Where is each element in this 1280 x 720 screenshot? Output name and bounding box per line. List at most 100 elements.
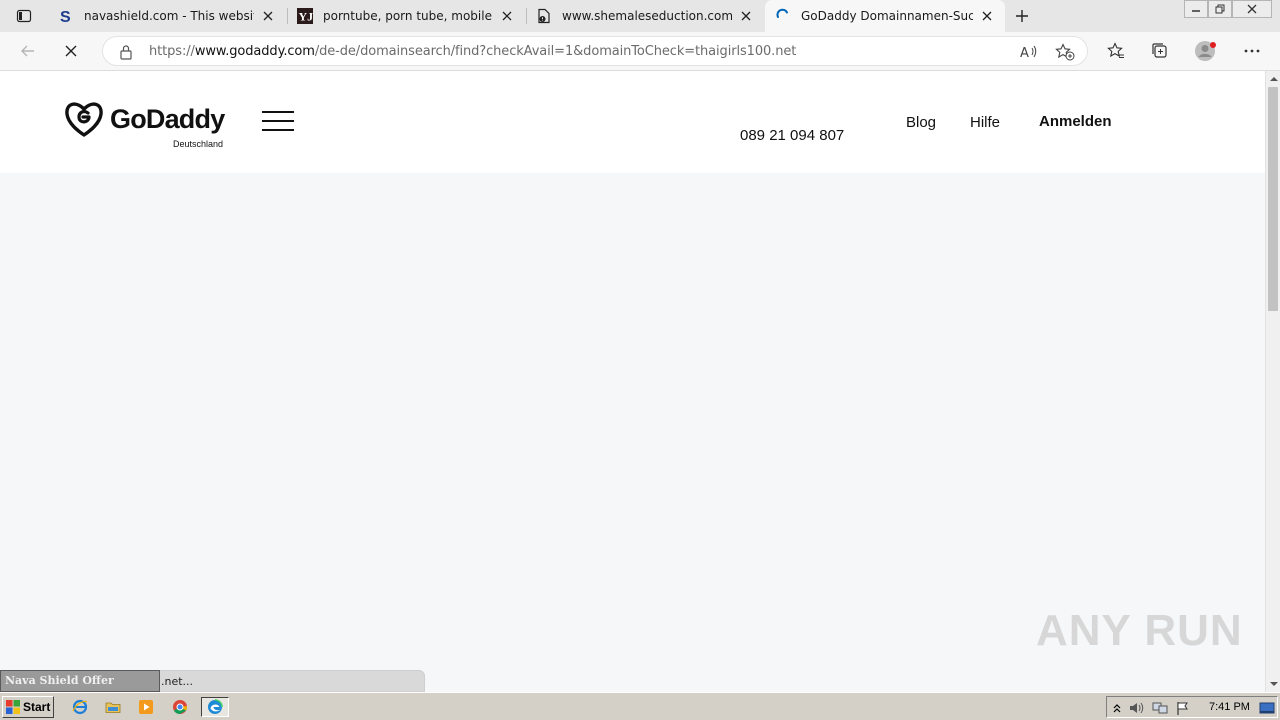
restore-icon	[1215, 4, 1225, 14]
stop-loading-button[interactable]	[57, 38, 85, 64]
scroll-down-button[interactable]	[1266, 676, 1280, 691]
desktop-icon	[1259, 702, 1275, 714]
back-button[interactable]	[14, 38, 42, 64]
tab-actions-icon	[16, 9, 32, 23]
tab-shemaleseduction[interactable]: www.shemaleseduction.com	[526, 0, 764, 32]
edge-icon	[208, 699, 223, 714]
clock[interactable]: 7:41 PM	[1209, 701, 1250, 713]
minimize-button[interactable]	[1184, 0, 1208, 18]
url-path: /de-de/domainsearch/find?checkAvail=1&do…	[314, 44, 797, 59]
url-host: www.godaddy.com	[194, 44, 315, 59]
tab-porntube[interactable]: YJ porntube, porn tube, mobile porn	[287, 0, 525, 32]
page-error-icon	[536, 8, 552, 24]
tab-navashield[interactable]: S navashield.com - This website is for s…	[48, 0, 286, 32]
web-page: GoDaddy Deutschland 089 21 094 807 Blog …	[0, 71, 1265, 692]
collections-icon	[1152, 43, 1167, 58]
collections-button[interactable]	[1146, 38, 1174, 64]
hamburger-line	[262, 129, 294, 131]
tab-title: navashield.com - This website is for sal…	[84, 9, 254, 23]
media-player-button[interactable]	[135, 697, 157, 717]
file-explorer-button[interactable]	[102, 697, 124, 717]
hamburger-line	[262, 120, 294, 122]
close-icon[interactable]	[499, 8, 515, 24]
show-hidden-icons-button[interactable]	[1109, 700, 1125, 716]
address-bar[interactable]: https://www.godaddy.com/de-de/domainsear…	[102, 36, 1088, 66]
show-desktop-button[interactable]	[1259, 700, 1275, 716]
menu-button[interactable]	[262, 111, 294, 131]
godaddy-glyph-icon	[65, 102, 103, 137]
network-button[interactable]	[1152, 700, 1168, 716]
favorites-star-icon	[1107, 42, 1124, 58]
close-icon	[65, 45, 77, 57]
new-tab-button[interactable]	[1010, 4, 1034, 28]
chevron-down-icon	[1269, 681, 1278, 686]
close-icon	[1247, 4, 1257, 14]
phone-number-link[interactable]: 089 21 094 807	[740, 127, 844, 144]
lock-icon[interactable]	[119, 44, 133, 60]
more-dots-icon	[1244, 49, 1260, 53]
internet-explorer-icon	[72, 699, 88, 715]
chevron-up-icon	[1269, 76, 1278, 81]
watermark-text: ANY RUN	[1036, 606, 1243, 655]
speaker-icon	[1130, 702, 1144, 714]
plus-icon	[1016, 10, 1028, 22]
blog-link[interactable]: Blog	[906, 114, 936, 131]
tab-actions-button[interactable]	[10, 6, 38, 26]
start-button[interactable]: Start	[2, 696, 54, 718]
svg-text:A: A	[1020, 46, 1029, 60]
action-center-button[interactable]	[1175, 700, 1191, 716]
sign-in-link[interactable]: Anmelden	[1039, 113, 1112, 130]
minimize-icon	[1192, 10, 1200, 12]
hamburger-line	[262, 111, 294, 113]
status-text: .net...	[161, 675, 194, 688]
back-arrow-icon	[21, 45, 34, 57]
svg-text:S: S	[60, 9, 71, 24]
url-text[interactable]: https://www.godaddy.com/de-de/domainsear…	[149, 44, 796, 59]
help-link[interactable]: Hilfe	[970, 114, 1000, 131]
scroll-up-button[interactable]	[1266, 71, 1280, 86]
tab-title: porntube, porn tube, mobile porn	[323, 9, 493, 23]
taskbar: Start 7:41 PM	[0, 692, 1280, 720]
flag-icon	[1177, 702, 1188, 715]
windows-flag-icon	[6, 700, 20, 714]
close-icon[interactable]	[979, 8, 995, 24]
add-favorite-button[interactable]	[1055, 43, 1075, 61]
favorites-button[interactable]	[1102, 38, 1130, 64]
network-icon	[1152, 702, 1168, 714]
read-aloud-button[interactable]: A	[1019, 43, 1039, 61]
close-icon[interactable]	[738, 8, 754, 24]
start-label: Start	[23, 700, 51, 714]
close-window-button[interactable]	[1232, 0, 1272, 18]
close-icon[interactable]	[260, 8, 276, 24]
star-plus-icon	[1055, 43, 1075, 61]
volume-button[interactable]	[1129, 700, 1145, 716]
read-aloud-icon: A	[1020, 45, 1037, 60]
scrollbar-thumb[interactable]	[1268, 87, 1278, 311]
tab-strip: S navashield.com - This website is for s…	[0, 0, 1280, 32]
tab-title: GoDaddy Domainnamen-Suche	[801, 9, 973, 23]
tooltip-text: Nava Shield Offer	[5, 674, 114, 687]
tab-godaddy[interactable]: GoDaddy Domainnamen-Suche	[765, 0, 1005, 32]
godaddy-logo[interactable]: GoDaddy	[64, 101, 225, 137]
tab-title: www.shemaleseduction.com	[562, 9, 732, 23]
profile-button[interactable]	[1192, 38, 1220, 64]
edge-taskbar-button[interactable]	[201, 697, 229, 717]
chevron-up-icon	[1113, 704, 1121, 713]
country-label: Deutschland	[173, 139, 224, 149]
yj-icon: YJ	[297, 8, 313, 24]
tooltip: Nava Shield Offer	[0, 670, 160, 692]
loading-spinner-icon	[775, 8, 791, 24]
logo-wordmark: GoDaddy	[110, 103, 225, 134]
chrome-button[interactable]	[169, 697, 191, 717]
svg-text:YJ: YJ	[299, 10, 314, 24]
system-tray: 7:41 PM	[1106, 696, 1278, 718]
folder-icon	[105, 702, 121, 713]
restore-button[interactable]	[1208, 0, 1232, 18]
navigation-bar: https://www.godaddy.com/de-de/domainsear…	[0, 32, 1280, 71]
site-header: GoDaddy Deutschland 089 21 094 807 Blog …	[0, 71, 1265, 173]
media-player-icon	[139, 700, 153, 714]
navashield-s-icon: S	[58, 8, 74, 24]
internet-explorer-button[interactable]	[69, 697, 91, 717]
settings-more-button[interactable]	[1238, 38, 1266, 64]
vertical-scrollbar[interactable]	[1265, 71, 1280, 692]
